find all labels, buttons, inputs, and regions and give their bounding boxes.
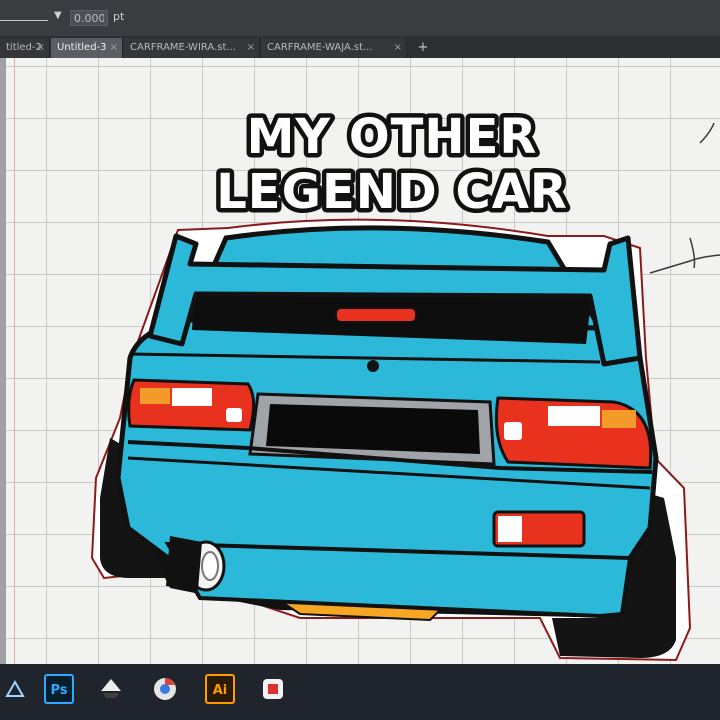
lower-bumper	[164, 541, 633, 619]
inkscape-icon[interactable]	[96, 674, 126, 704]
exhaust-pipe	[166, 536, 202, 590]
tab-label: CARFRAME-WAJA.st...	[267, 42, 373, 53]
tab-label: Untitled-3	[57, 42, 107, 53]
tab-untitled-3[interactable]: Untitled-3 ×	[51, 38, 123, 58]
close-icon[interactable]: ×	[394, 38, 402, 58]
rear-fog-light-white	[498, 516, 522, 542]
close-icon[interactable]: ×	[247, 38, 255, 58]
tab-untitled-2[interactable]: titled-2 ×	[0, 38, 50, 58]
right-reverse-light	[548, 406, 600, 426]
exhaust-tip-inner	[201, 551, 219, 581]
stroke-swatch-underline	[0, 20, 48, 21]
right-indicator	[602, 410, 636, 428]
headline-line-2[interactable]: LEGEND CAR	[212, 160, 572, 225]
photoshop-icon[interactable]: Ps	[44, 674, 74, 704]
boot-lock	[367, 360, 379, 372]
tab-carframe-wira[interactable]: CARFRAME-WIRA.st... ×	[124, 38, 260, 58]
left-indicator	[140, 388, 170, 404]
taskbar: Ps Ai	[0, 664, 720, 720]
third-brake-light	[335, 307, 417, 323]
document-tab-bar: titled-2 × Untitled-3 × CARFRAME-WIRA.st…	[0, 36, 720, 58]
chrome-icon[interactable]	[150, 674, 180, 704]
close-icon[interactable]: ×	[110, 38, 118, 58]
stroke-unit-label: pt	[113, 10, 125, 23]
car-artwork[interactable]: MY OTHER LEGEND CAR	[0, 58, 720, 664]
stroke-weight-input[interactable]	[70, 10, 108, 26]
tab-label: CARFRAME-WIRA.st...	[130, 42, 236, 53]
artboard-canvas[interactable]: MY OTHER LEGEND CAR	[0, 58, 720, 664]
stroke-dropdown-icon[interactable]: ▼	[54, 10, 62, 21]
app-icon[interactable]	[258, 674, 288, 704]
close-icon[interactable]: ×	[37, 38, 45, 58]
left-reverse-light	[172, 388, 212, 406]
left-reverse-light-small	[226, 408, 242, 422]
scribble-marks	[649, 122, 720, 274]
right-reverse-light-small	[504, 422, 522, 440]
control-bar: ▼ pt	[0, 0, 720, 36]
new-tab-button[interactable]: +	[414, 39, 432, 57]
number-plate	[266, 404, 480, 454]
edge-icon[interactable]	[0, 674, 30, 704]
tab-carframe-waja[interactable]: CARFRAME-WAJA.st... ×	[261, 38, 407, 58]
illustrator-icon[interactable]: Ai	[205, 674, 235, 704]
headline-line-1[interactable]: MY OTHER	[242, 105, 541, 170]
